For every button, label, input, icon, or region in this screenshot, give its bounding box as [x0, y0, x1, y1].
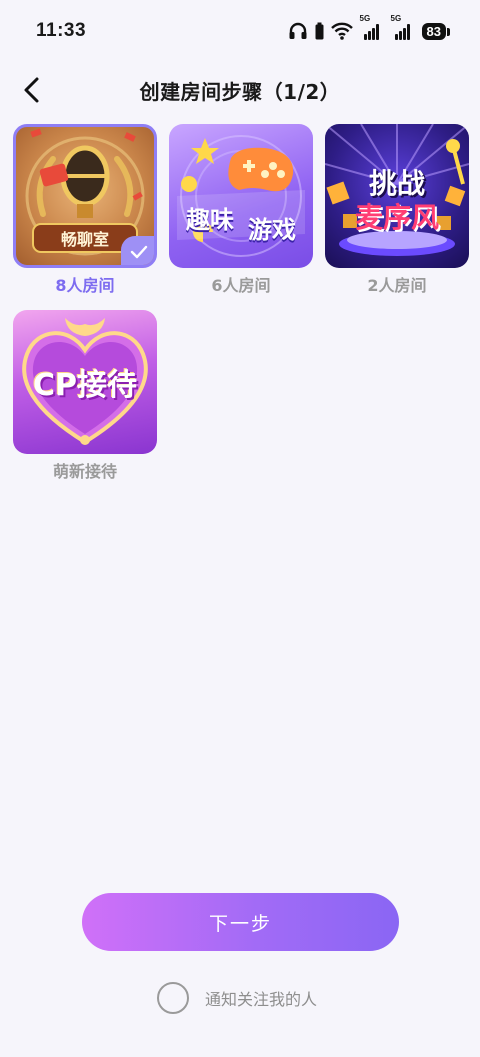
battery-icon: 83	[421, 22, 451, 40]
room-option-8-person[interactable]: 畅聊室 8人房间	[13, 124, 157, 298]
room-art-text-line2: 麦序风	[354, 201, 439, 234]
notify-followers-radio[interactable]	[157, 982, 189, 1014]
room-thumbnail-duel: 挑战 麦序风	[325, 124, 469, 268]
chevron-left-icon	[24, 77, 39, 103]
room-option-label: 8人房间	[55, 276, 115, 295]
back-button[interactable]	[14, 72, 50, 108]
check-icon	[130, 245, 148, 259]
room-thumbnail-chat: 畅聊室	[13, 124, 157, 268]
signal-icon: 5G	[360, 14, 384, 40]
status-time: 11:33	[36, 20, 87, 41]
room-type-grid: 畅聊室 8人房间 趣味 游戏 6人房间 挑战 麦序风 2人房间 CP接待 萌新接…	[13, 124, 469, 484]
room-art-text: CP接待	[32, 368, 137, 403]
battery-saver-icon	[315, 22, 324, 40]
room-option-label: 2人房间	[367, 276, 427, 295]
notify-followers-option[interactable]: 通知关注我的人	[157, 981, 317, 1015]
status-icons: 5G 5G 83	[288, 14, 451, 40]
gamepad-icon	[177, 135, 305, 257]
next-step-button[interactable]: 下一步	[82, 893, 399, 951]
room-thumbnail-cp: CP接待	[13, 310, 157, 454]
wifi-icon	[330, 22, 353, 40]
room-option-label: 6人房间	[211, 276, 271, 295]
signal-icon: 5G	[391, 14, 415, 40]
room-option-newcomer-reception[interactable]: CP接待 萌新接待	[13, 310, 157, 484]
room-thumbnail-game: 趣味 游戏	[169, 124, 313, 268]
headphones-icon	[289, 22, 307, 39]
room-option-label: 萌新接待	[52, 462, 117, 481]
status-bar: 11:33 5G 5G 83	[0, 0, 480, 62]
selected-check-badge	[121, 236, 154, 265]
notify-followers-label: 通知关注我的人	[205, 990, 318, 1009]
room-option-6-person[interactable]: 趣味 游戏 6人房间	[169, 124, 313, 298]
header: 创建房间步骤（1/2）	[0, 62, 480, 118]
page-title: 创建房间步骤（1/2）	[139, 79, 341, 104]
room-option-2-person[interactable]: 挑战 麦序风 2人房间	[325, 124, 469, 298]
room-art-text-line2: 游戏	[248, 216, 296, 244]
